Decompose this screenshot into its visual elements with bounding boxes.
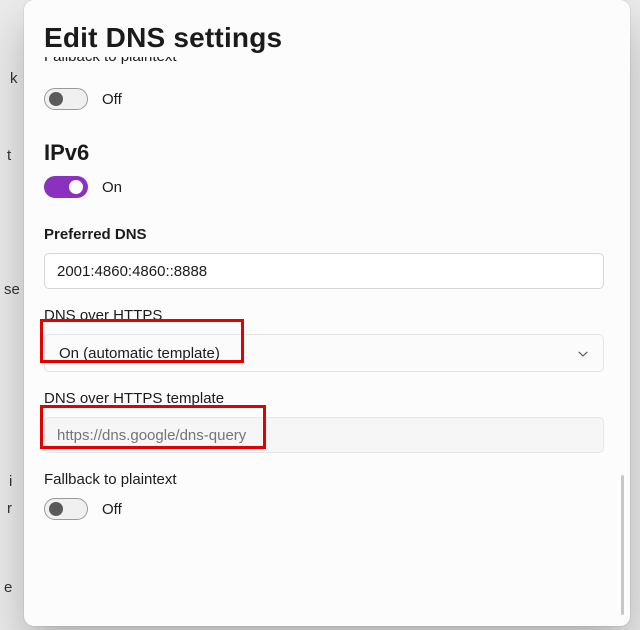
fallback-top-toggle[interactable] xyxy=(44,88,88,110)
fallback-state: Off xyxy=(102,501,122,518)
toggle-knob xyxy=(49,502,63,516)
doh-label: DNS over HTTPS xyxy=(44,307,610,324)
fallback-top-toggle-row: Off xyxy=(44,88,610,110)
toggle-knob xyxy=(69,180,83,194)
doh-template-input xyxy=(44,417,604,453)
preferred-dns-label: Preferred DNS xyxy=(44,226,610,243)
chevron-down-icon xyxy=(577,347,589,359)
ipv6-toggle-row: On xyxy=(44,176,610,198)
dialog-title: Edit DNS settings xyxy=(44,22,610,54)
fallback-toggle-row: Off xyxy=(44,498,610,520)
ipv6-toggle[interactable] xyxy=(44,176,88,198)
preferred-dns-input[interactable] xyxy=(44,253,604,289)
ipv6-heading: IPv6 xyxy=(44,140,610,166)
fallback-label: Fallback to plaintext xyxy=(44,471,610,488)
doh-select[interactable]: On (automatic template) xyxy=(44,334,604,372)
fallback-toggle[interactable] xyxy=(44,498,88,520)
toggle-knob xyxy=(49,92,63,106)
doh-selected-value: On (automatic template) xyxy=(59,345,220,362)
doh-template-label: DNS over HTTPS template xyxy=(44,390,610,407)
fallback-top-state: Off xyxy=(102,91,122,108)
ipv6-state: On xyxy=(102,179,122,196)
edit-dns-dialog: Edit DNS settings Fallback to plaintext … xyxy=(24,0,630,626)
dialog-content: Edit DNS settings Fallback to plaintext … xyxy=(24,0,630,626)
fallback-top-label: Fallback to plaintext xyxy=(44,57,610,65)
